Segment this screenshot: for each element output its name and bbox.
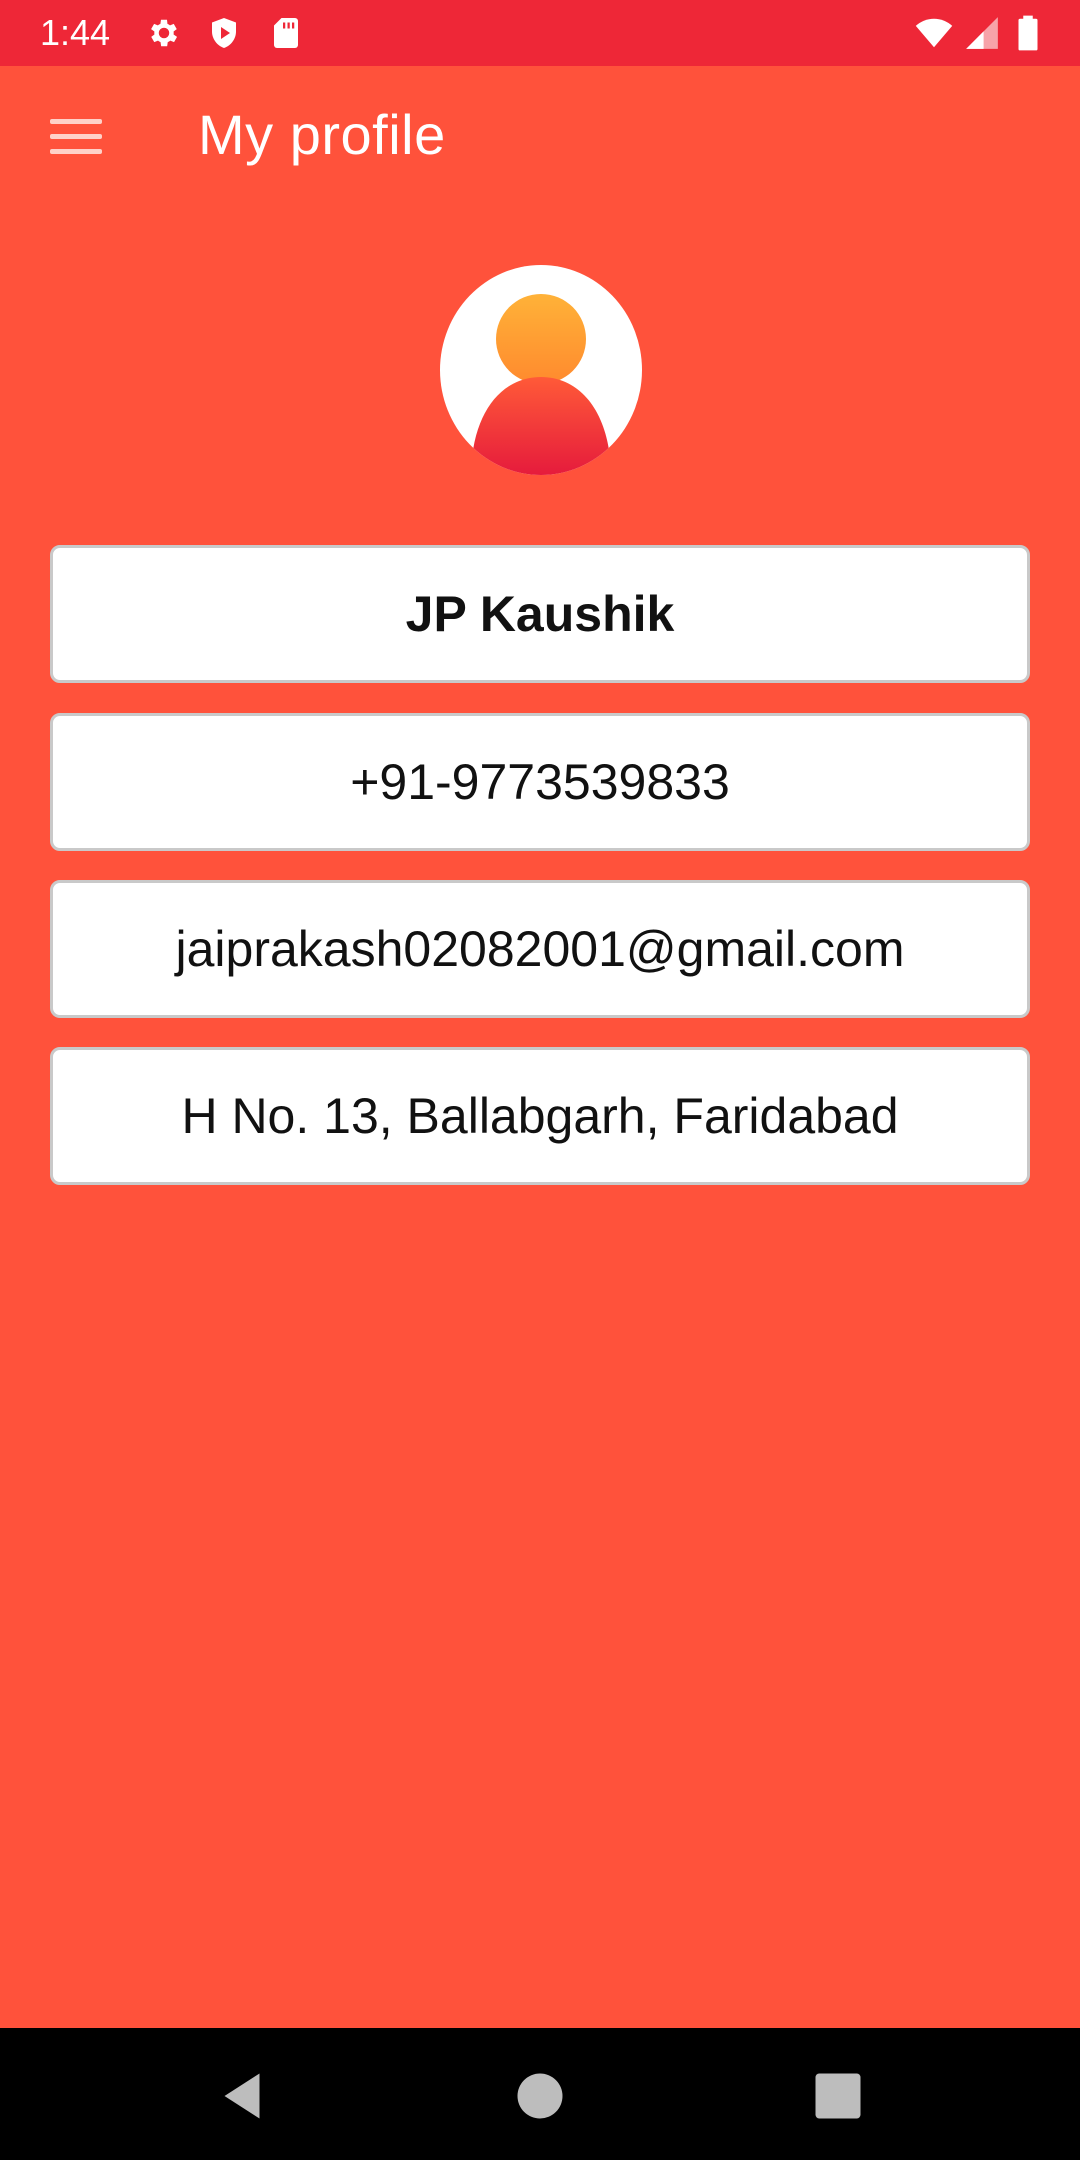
status-time: 1:44	[40, 12, 111, 53]
recents-icon[interactable]	[808, 2066, 868, 2126]
page-title: My profile	[198, 103, 446, 166]
sd-card-icon	[274, 18, 298, 48]
menu-line	[50, 133, 102, 139]
battery-icon	[1018, 15, 1038, 51]
menu-line	[50, 148, 102, 154]
home-icon[interactable]	[510, 2066, 570, 2126]
shield-icon	[212, 18, 236, 48]
signal-icon	[966, 17, 998, 49]
email-field[interactable]: jaiprakash02082001@gmail.com	[50, 880, 1030, 1018]
phone-field[interactable]: +91-9773539833	[50, 713, 1030, 851]
navigation-bar	[0, 2028, 1080, 2160]
profile-screen: 1:44 My profile JP Kaushik +91-977353983…	[0, 0, 1080, 2160]
person-avatar-icon	[471, 294, 611, 475]
wifi-icon	[915, 18, 953, 48]
status-bar: 1:44	[0, 0, 1080, 66]
menu-line	[50, 118, 102, 124]
name-field[interactable]: JP Kaushik	[50, 545, 1030, 683]
address-field[interactable]: H No. 13, Ballabgarh, Faridabad	[50, 1047, 1030, 1185]
app-bar: My profile	[0, 66, 1080, 216]
hamburger-menu-icon[interactable]	[36, 106, 118, 166]
back-icon[interactable]	[212, 2066, 272, 2126]
avatar[interactable]	[440, 265, 642, 475]
gear-icon	[151, 19, 178, 47]
